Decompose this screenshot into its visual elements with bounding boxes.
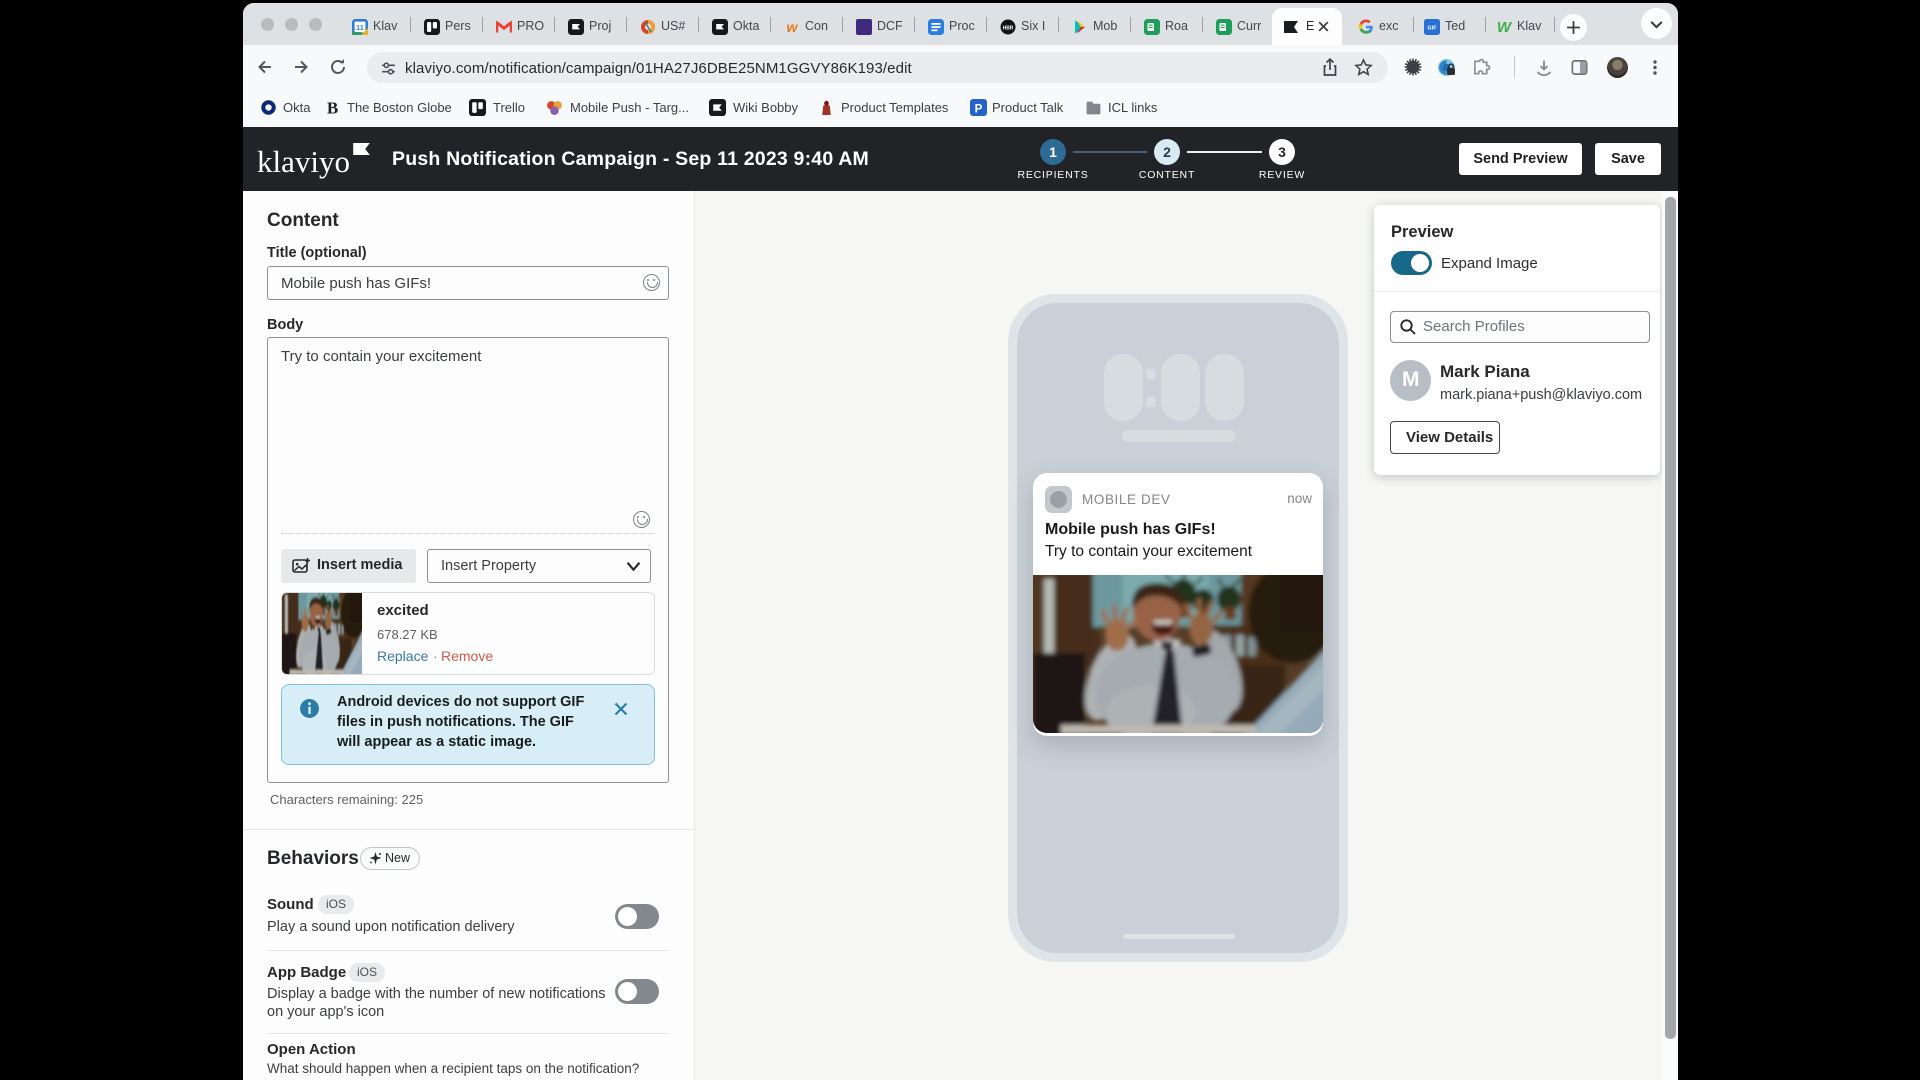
- svg-text:HBR: HBR: [1003, 25, 1014, 31]
- svg-text:GIF: GIF: [1427, 26, 1437, 32]
- svg-text:W: W: [1497, 19, 1512, 35]
- svg-text:P: P: [975, 102, 983, 115]
- svg-text:w: w: [787, 19, 799, 35]
- svg-text:11: 11: [356, 23, 364, 32]
- svg-text:B: B: [327, 99, 338, 116]
